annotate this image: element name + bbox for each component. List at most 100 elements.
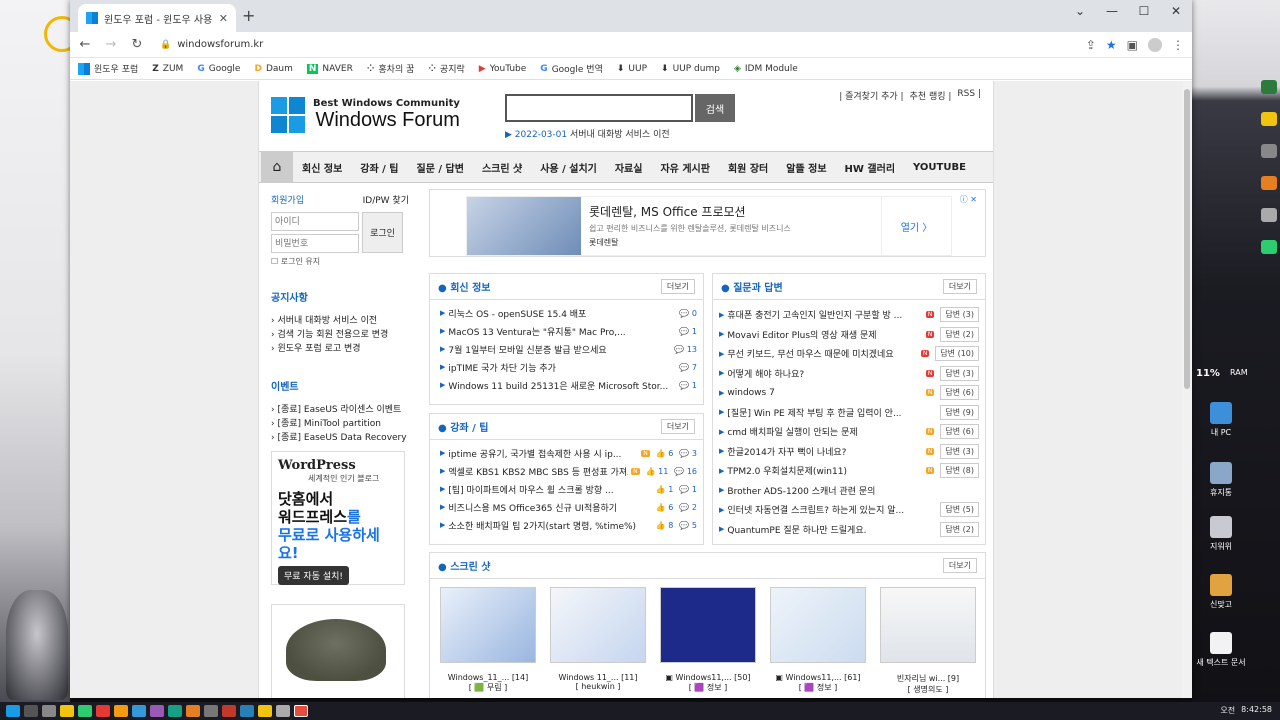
- gadget-icon[interactable]: [1261, 144, 1277, 158]
- event-item[interactable]: › [종료] EaseUS Data Recovery: [271, 431, 409, 445]
- game-desktop-icon[interactable]: 신맞고: [1186, 574, 1256, 610]
- bookmark-item[interactable]: ⬇ UUP: [617, 64, 647, 74]
- screenshot-item[interactable]: 빈자리님 wi... [9][ 생명의도 ]: [880, 587, 976, 695]
- list-item[interactable]: ▶ 휴대폰 충전기 고속인지 일반인지 구분할 방 ... N 답변 (3): [719, 305, 979, 325]
- more-button[interactable]: 더보기: [660, 419, 695, 434]
- bookmark-item[interactable]: 윈도우 포럼: [78, 62, 138, 75]
- list-item[interactable]: ▶ 한글2014가 자꾸 뻑이 나네요? N 답변 (3): [719, 442, 979, 462]
- nav-qna[interactable]: 질문 / 답변: [408, 160, 473, 175]
- site-logo[interactable]: Best Windows Community Windows Forum: [271, 97, 460, 133]
- scrollbar-thumb[interactable]: [1184, 89, 1190, 389]
- signup-link[interactable]: 회원가입: [271, 193, 304, 206]
- search-button[interactable]: 검색: [695, 94, 735, 122]
- add-favorite-link[interactable]: | 즐겨찾기 추가 |: [839, 89, 903, 102]
- cap-ad[interactable]: [271, 604, 405, 698]
- taskbar-app-icon[interactable]: [276, 705, 290, 717]
- taskbar-app-icon[interactable]: [78, 705, 92, 717]
- gadget-icon[interactable]: [1261, 208, 1277, 222]
- nav-free-board[interactable]: 자유 게시판: [651, 160, 718, 175]
- list-item[interactable]: ▶ Brother ADS-1200 스캐너 관련 문의: [719, 481, 979, 501]
- screenshot-item[interactable]: Windows_11_... [14][ 🟩 무림 ]: [440, 587, 536, 695]
- menu-kebab-icon[interactable]: ⋮: [1172, 38, 1184, 52]
- start-icon[interactable]: [6, 705, 20, 717]
- bookmark-item[interactable]: D Daum: [254, 64, 292, 74]
- list-item[interactable]: ▶ cmd 배치파일 실행이 안되는 문제 N 답변 (6): [719, 422, 979, 442]
- list-item[interactable]: ▶ Movavi Editor Plus의 영상 재생 문제 N 답변 (2): [719, 325, 979, 345]
- active-tab[interactable]: 윈도우 포럼 - 윈도우 사용자 모 ✕: [78, 4, 236, 32]
- rss-link[interactable]: RSS |: [957, 89, 981, 102]
- taskbar-clock[interactable]: 오전 8:42:58: [1220, 705, 1272, 716]
- bookmark-item[interactable]: ⁘ 공지락: [428, 62, 464, 76]
- taskbar-app-icon[interactable]: [186, 705, 200, 717]
- new-tab-button[interactable]: +: [242, 6, 255, 25]
- list-item[interactable]: ▶ TPM2.0 우회설치문제(win11) N 답변 (8): [719, 461, 979, 481]
- nav-tips[interactable]: 강좌 / 팁: [351, 160, 407, 175]
- bookmark-item[interactable]: G Google 번역: [540, 62, 603, 76]
- list-item[interactable]: ▶ 무선 키보드, 무선 마우스 때문에 미치겠네요 N 답변 (10): [719, 344, 979, 364]
- list-item[interactable]: ▶ MacOS 13 Ventura는 "유지통" Mac Pro,... 💬 1: [440, 322, 697, 340]
- taskbar-app-icon[interactable]: [168, 705, 182, 717]
- gadget-icon[interactable]: [1261, 80, 1277, 94]
- bookmark-star-icon[interactable]: ★: [1106, 38, 1117, 52]
- lock-icon[interactable]: 🔒: [160, 40, 171, 50]
- search-input[interactable]: [505, 94, 693, 122]
- more-button[interactable]: 더보기: [942, 558, 977, 573]
- login-button[interactable]: 로그인: [362, 212, 403, 253]
- bookmark-item[interactable]: ⁘ 홍차의 꿈: [367, 62, 415, 76]
- list-item[interactable]: ▶ 엑셀로 KBS1 KBS2 MBC SBS 등 편성표 가져오기 N 👍 11 💬 …: [440, 462, 697, 480]
- maximize-button[interactable]: ☐: [1128, 0, 1160, 22]
- sidebar-icon[interactable]: ▣: [1127, 38, 1138, 52]
- taskbar-app-icon[interactable]: [258, 705, 272, 717]
- more-button[interactable]: 더보기: [660, 279, 695, 294]
- bookmark-item[interactable]: ⬇ UUP dump: [661, 64, 720, 74]
- list-item[interactable]: ▶ [팁] 마이파트에서 마우스 휠 스크롤 방향 ... 👍 1 💬 1: [440, 480, 697, 498]
- nav-screenshots[interactable]: 스크린 샷: [473, 160, 531, 175]
- taskbar-app-icon[interactable]: [24, 705, 38, 717]
- bookmark-item[interactable]: ◈ IDM Module: [734, 64, 798, 74]
- banner-open-button[interactable]: 열기 〉: [881, 197, 951, 255]
- gadget-icon[interactable]: [1261, 240, 1277, 254]
- keep-login-checkbox[interactable]: ☐ 로그인 유지: [271, 256, 409, 267]
- notice-item[interactable]: › 윈도우 포럼 로고 변경: [271, 342, 409, 356]
- taskbar-app-icon[interactable]: [42, 705, 56, 717]
- close-tab-icon[interactable]: ✕: [219, 12, 228, 25]
- home-icon[interactable]: ⌂: [261, 152, 293, 182]
- bookmark-item[interactable]: N NAVER: [306, 63, 353, 74]
- forward-icon[interactable]: →: [104, 37, 118, 52]
- notice-item[interactable]: › 검색 기능 회원 전용으로 변경: [271, 328, 409, 342]
- taskbar-app-icon[interactable]: [204, 705, 218, 717]
- taskbar-app-icon[interactable]: [222, 705, 236, 717]
- taskbar-app-icon[interactable]: [132, 705, 146, 717]
- ad-close-icon[interactable]: ⓘ ✕: [960, 194, 977, 205]
- screenshot-item[interactable]: ▣ Windows11,... [61][ 🟪 정보 ]: [770, 587, 866, 695]
- nav-downloads[interactable]: 자료실: [606, 160, 652, 175]
- gadget-icon[interactable]: [1261, 112, 1277, 126]
- header-notice[interactable]: ▶ 2022-03-01 서버내 대화방 서비스 이전: [505, 127, 670, 140]
- text-file-desktop-icon[interactable]: 새 텍스트 문서: [1186, 632, 1256, 668]
- bookmark-item[interactable]: G Google: [197, 64, 240, 74]
- minimize-button[interactable]: —: [1096, 0, 1128, 22]
- page-scrollbar[interactable]: [1182, 81, 1192, 698]
- share-icon[interactable]: ⇪: [1086, 38, 1096, 52]
- taskbar-app-icon[interactable]: [150, 705, 164, 717]
- taskbar-app-icon[interactable]: [114, 705, 128, 717]
- list-item[interactable]: ▶ 비즈니스용 MS Office365 신규 UI적용하기 👍 6 💬 2: [440, 498, 697, 516]
- close-window-button[interactable]: ✕: [1160, 0, 1192, 22]
- back-icon[interactable]: ←: [78, 37, 92, 52]
- nav-reviews[interactable]: 사용 / 설치기: [531, 160, 606, 175]
- taskbar-app-icon[interactable]: [60, 705, 74, 717]
- reload-icon[interactable]: ↻: [130, 37, 144, 52]
- list-item[interactable]: ▶ QuantumPE 질문 하나만 드릴게요. 답변 (2): [719, 520, 979, 540]
- screenshot-item[interactable]: ▣ Windows11,... [50][ 🟪 정보 ]: [660, 587, 756, 695]
- bookmark-item[interactable]: ▶ YouTube: [479, 64, 527, 74]
- event-item[interactable]: › [종료] MiniTool partition: [271, 417, 409, 431]
- gadget-icon[interactable]: [1261, 176, 1277, 190]
- list-item[interactable]: ▶ Windows 11 build 25131은 새로운 Microsoft S…: [440, 376, 697, 394]
- event-item[interactable]: › [종료] EaseUS 라이센스 이벤트: [271, 403, 409, 417]
- password-input[interactable]: [271, 234, 359, 253]
- wordpress-ad[interactable]: WordPress 세계적인 인기 블로그 닷홈에서 워드프레스를 무료로 사용…: [271, 451, 405, 585]
- my-pc-desktop-icon[interactable]: 내 PC: [1186, 402, 1256, 438]
- ranking-link[interactable]: 추천 랭킹 |: [910, 89, 952, 102]
- nav-market[interactable]: 회원 장터: [719, 160, 777, 175]
- bookmark-item[interactable]: Z ZUM: [152, 64, 183, 74]
